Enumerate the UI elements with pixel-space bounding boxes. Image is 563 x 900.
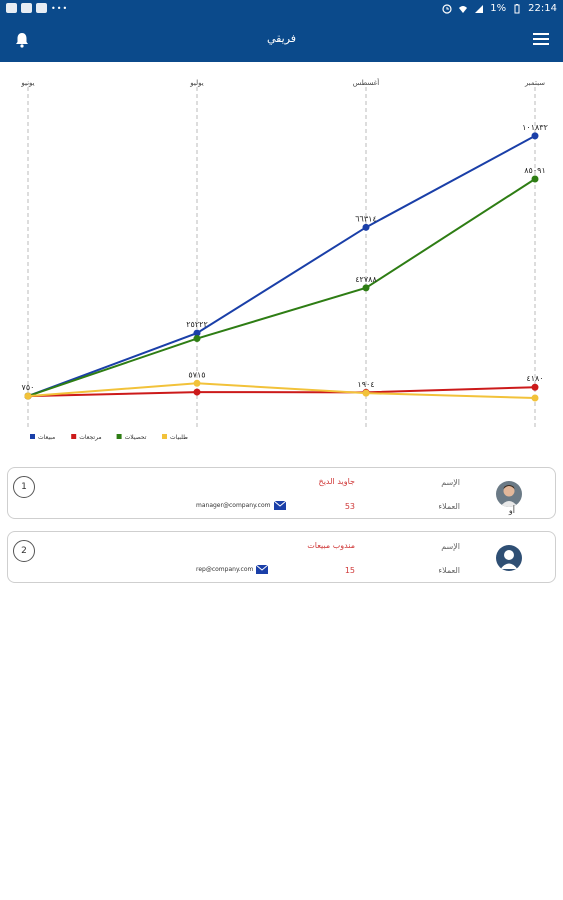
data-label: ٢٥٢٢٢: [186, 320, 207, 329]
battery-icon: [514, 3, 520, 13]
data-point: [362, 389, 370, 397]
data-point: [531, 132, 539, 140]
notification-icon: [6, 3, 17, 13]
clients-label: العملاء: [438, 566, 460, 575]
name-label: الإسم: [441, 478, 460, 487]
notification-icon: [21, 3, 32, 13]
data-point: [362, 223, 370, 231]
data-point: [193, 335, 201, 343]
series-line: [27, 382, 536, 399]
status-notifications: •••: [6, 3, 68, 13]
more-notifications-icon: •••: [51, 3, 69, 13]
member-extra: أو: [508, 506, 515, 515]
data-point: [193, 388, 201, 396]
member-clients-count: 15: [344, 566, 355, 575]
legend-swatch: [71, 434, 77, 439]
legend-label: مبيعات: [38, 434, 55, 441]
member-clients-count: 53: [344, 502, 355, 511]
signal-icon: [475, 4, 484, 13]
series-line: [27, 135, 536, 398]
clock: 22:14: [528, 3, 557, 14]
data-label: ١٠١٨٣٢: [522, 123, 548, 132]
data-label: ٤١٨٠: [526, 374, 543, 383]
x-tick-label: سبتمبر: [524, 79, 545, 87]
member-number: 2: [13, 540, 35, 562]
clients-label: العملاء: [438, 502, 460, 511]
legend-swatch: [162, 434, 167, 439]
data-point: [24, 392, 32, 400]
data-label: ٦٦٣١٤: [355, 214, 376, 223]
member-name: مندوب مبيعات: [307, 541, 355, 550]
x-tick-label: يونيو: [20, 79, 34, 87]
data-label: ٨٥٠٩١: [524, 166, 545, 175]
legend-label: طلبيات: [170, 434, 188, 441]
legend-swatch: [116, 434, 122, 439]
legend-swatch: [30, 434, 35, 439]
data-point: [531, 175, 539, 183]
member-number: 1: [13, 476, 35, 498]
email-text: rep@company.com: [196, 566, 254, 573]
mail-icon: [256, 565, 269, 574]
status-bar: ••• 1% 22:14: [0, 0, 563, 18]
data-point: [193, 379, 201, 387]
avatar-placeholder-icon: [496, 545, 522, 571]
data-label: ٤٢٧٨٨: [355, 275, 377, 284]
email-text: manager@company.com: [196, 502, 271, 509]
notification-icon: [36, 3, 47, 13]
page-title: فريقي: [266, 32, 297, 45]
team-performance-chart: يونيو يوليو أغسطس سبتمبر ٧٥٠ ٢٥٢٢٢ ٦٦٣١٤ ١٠١٨٣٢…: [20, 78, 548, 441]
data-label: ٧٥٠: [22, 383, 35, 392]
name-label: الإسم: [441, 542, 460, 551]
status-system: 1% 22:14: [442, 3, 557, 14]
x-tick-label: أغسطس: [353, 78, 380, 87]
menu-icon[interactable]: [533, 32, 549, 46]
member-email[interactable]: rep@company.com: [196, 565, 269, 574]
team-member-card[interactable]: 2 rep@company.com مندوب مبيعات 15 الإسم …: [7, 531, 556, 583]
x-tick-label: يوليو: [189, 79, 203, 87]
legend-label: مرتجعات: [79, 434, 101, 441]
data-point: [531, 394, 539, 402]
team-member-card[interactable]: 1 manager@company.com جاويد الديخ 53 الإ…: [7, 467, 556, 519]
series-line: [27, 178, 536, 398]
data-label: ٥٧١٥: [188, 370, 205, 379]
battery-percent: 1%: [490, 3, 507, 14]
member-email[interactable]: manager@company.com: [196, 501, 286, 510]
member-name: جاويد الديخ: [318, 477, 355, 486]
wifi-icon: [459, 5, 468, 13]
alarm-icon: [442, 3, 452, 14]
avatar: [496, 481, 522, 507]
data-label: ١٩٠٤: [357, 380, 374, 389]
app-bar: فريقي: [0, 18, 563, 62]
mail-icon: [273, 501, 286, 510]
data-point: [531, 383, 539, 391]
data-point: [362, 284, 370, 292]
legend-label: تحصيلات: [125, 434, 147, 441]
